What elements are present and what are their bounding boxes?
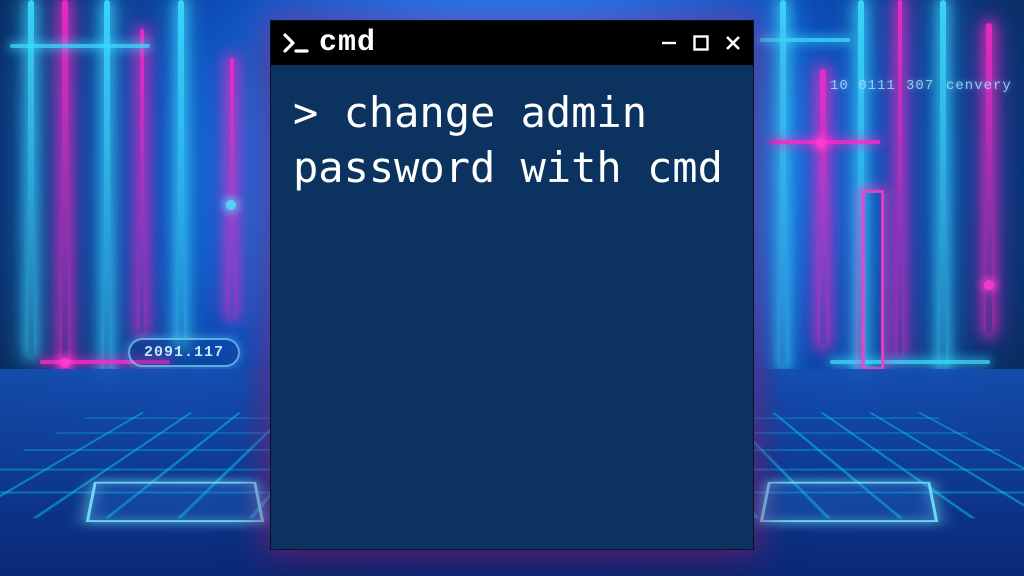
circuit-node bbox=[984, 280, 994, 290]
terminal-prompt-icon bbox=[283, 32, 309, 54]
circuit-line bbox=[104, 0, 110, 380]
circuit-line bbox=[28, 0, 34, 357]
minimize-button[interactable] bbox=[659, 33, 679, 53]
circuit-line bbox=[140, 29, 144, 334]
circuit-line bbox=[830, 360, 990, 364]
window-title: cmd bbox=[319, 26, 376, 60]
maximize-button[interactable] bbox=[691, 33, 711, 53]
circuit-line bbox=[898, 0, 902, 357]
circuit-block bbox=[862, 190, 884, 370]
command-text: > change admin password with cmd bbox=[293, 88, 723, 192]
circuit-line bbox=[760, 38, 850, 42]
circuit-line bbox=[940, 0, 946, 369]
window-controls bbox=[659, 33, 743, 53]
circuit-line bbox=[230, 58, 234, 317]
bg-label: 2091.117 bbox=[128, 338, 240, 367]
titlebar[interactable]: cmd bbox=[271, 21, 753, 65]
bg-label: cenvery bbox=[946, 78, 1012, 94]
circuit-line bbox=[178, 0, 184, 346]
circuit-line bbox=[62, 0, 68, 369]
floor-pad bbox=[760, 482, 939, 522]
terminal-window: cmd > change admin password with cmd bbox=[270, 20, 754, 550]
circuit-node bbox=[816, 138, 826, 148]
circuit-node bbox=[226, 200, 236, 210]
floor-pad bbox=[86, 482, 265, 522]
close-button[interactable] bbox=[723, 33, 743, 53]
circuit-line bbox=[820, 69, 826, 346]
terminal-body[interactable]: > change admin password with cmd bbox=[271, 65, 753, 216]
bg-label: 10 0111 bbox=[830, 78, 896, 94]
circuit-line bbox=[10, 44, 150, 48]
circuit-node bbox=[60, 358, 70, 368]
bg-label: 307 bbox=[906, 78, 934, 94]
circuit-line bbox=[780, 0, 786, 369]
